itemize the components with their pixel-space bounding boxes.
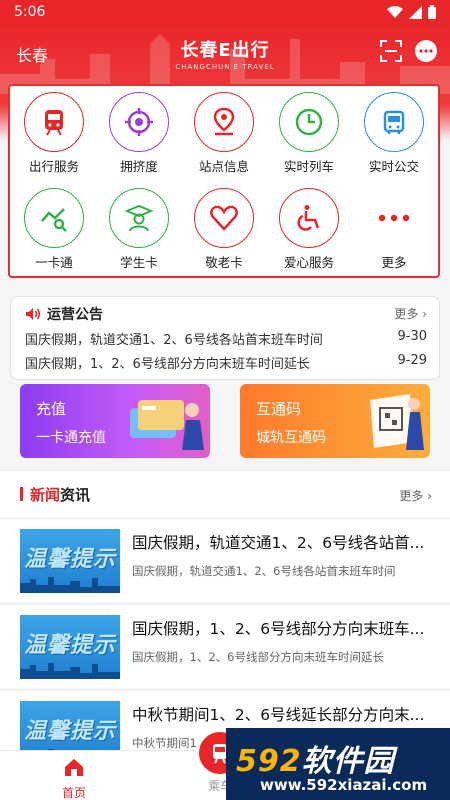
qr-illustration xyxy=(370,394,424,450)
card-search-icon xyxy=(24,188,84,248)
target-icon xyxy=(109,92,169,152)
services-grid: 出行服务 拥挤度 站点信息 实时列车 实时公交 一卡通 学生卡 敬老卡 爱心服务… xyxy=(8,84,440,278)
news-headline: 国庆假期，轨道交通1、2、6号线各站首... xyxy=(132,534,425,552)
tab-home[interactable]: 首页 xyxy=(34,751,114,800)
logo-subtext: CHANGCHUN E TRAVEL xyxy=(175,63,275,71)
logo-text: 长春E出行 xyxy=(180,40,270,61)
notice-item-text: 国庆假期，1、2、6号线部分方向末班车时间延长 xyxy=(25,357,310,372)
recharge-illustration xyxy=(130,400,204,450)
notice-item-date: 9-29 xyxy=(397,353,427,368)
clock-icon xyxy=(279,92,339,152)
news-title-red: 新闻 xyxy=(30,486,61,504)
service-label: 实时公交 xyxy=(368,159,419,174)
service-label: 拥挤度 xyxy=(120,159,158,174)
service-live-train[interactable]: 实时列车 xyxy=(269,92,349,182)
thumbnail-skyline xyxy=(20,663,120,679)
accessibility-icon xyxy=(279,188,339,248)
notice-item-date: 9-30 xyxy=(397,329,427,344)
recharge-subtitle: 一卡通充值 xyxy=(36,430,106,446)
news-thumbnail: 温馨提示 xyxy=(20,615,120,679)
interconnect-code-banner[interactable]: 互通码 城轨互通码 xyxy=(240,384,430,458)
watermark-name: 软件园 xyxy=(301,744,395,779)
service-senior-card[interactable]: 敬老卡 xyxy=(184,188,264,278)
service-label: 爱心服务 xyxy=(283,255,334,270)
news-thumbnail: 温馨提示 xyxy=(20,529,120,593)
speaker-icon xyxy=(26,308,40,320)
interconnect-subtitle: 城轨互通码 xyxy=(256,430,326,446)
service-label: 敬老卡 xyxy=(205,255,243,270)
notice-more-label: 更多 xyxy=(394,307,419,321)
news-title-rest: 资讯 xyxy=(60,486,91,504)
service-label: 出行服务 xyxy=(28,159,79,174)
status-bar: 5:06 xyxy=(0,0,450,24)
thumbnail-text: 温馨提示 xyxy=(24,633,117,658)
signal-icon xyxy=(409,5,422,19)
news-item[interactable]: 温馨提示 国庆假期，1、2、6号线部分方向末班车... 国庆假期，1、2、6号线… xyxy=(0,604,450,688)
news-summary: 国庆假期，轨道交通1、2、6号线各站首末班车时间 xyxy=(132,564,396,578)
service-label: 学生卡 xyxy=(120,255,158,270)
location-pin-icon xyxy=(194,92,254,152)
news-section-header: 新闻资讯 更多 › xyxy=(0,470,450,518)
bus-icon xyxy=(364,92,424,152)
wifi-icon xyxy=(387,5,403,18)
news-accent-bar xyxy=(20,487,23,501)
service-label: 一卡通 xyxy=(35,255,73,270)
news-headline: 国庆假期，1、2、6号线部分方向末班车... xyxy=(132,620,425,638)
watermark-title: 592软件园 xyxy=(236,736,395,780)
news-summary: 国庆假期，1、2、6号线部分方向末班车时间延长 xyxy=(132,650,384,664)
tab-home-label: 首页 xyxy=(61,786,86,800)
notice-title: 运营公告 xyxy=(47,307,103,323)
heart-icon xyxy=(194,188,254,248)
scan-icon[interactable] xyxy=(380,40,402,62)
interconnect-title: 互通码 xyxy=(256,400,302,418)
recharge-title: 充值 xyxy=(36,400,67,418)
service-crowding[interactable]: 拥挤度 xyxy=(99,92,179,182)
news-item[interactable]: 温馨提示 国庆假期，轨道交通1、2、6号线各站首... 国庆假期，轨道交通1、2… xyxy=(0,518,450,602)
service-more[interactable]: 更多 xyxy=(354,188,434,278)
news-more-link[interactable]: 更多 › xyxy=(399,487,432,504)
operation-notice: 运营公告 更多 › 国庆假期，轨道交通1、2、6号线各站首末班车时间 9-30 … xyxy=(10,296,440,380)
more-dots-icon xyxy=(364,188,424,248)
status-time: 5:06 xyxy=(14,4,46,20)
service-label: 实时列车 xyxy=(283,159,334,174)
message-icon[interactable] xyxy=(414,39,438,63)
city-selector[interactable]: 长春 xyxy=(16,42,48,66)
notice-more-link[interactable]: 更多 › xyxy=(394,305,427,322)
news-section-title: 新闻资讯 xyxy=(30,484,90,505)
service-care[interactable]: 爱心服务 xyxy=(269,188,349,278)
app-logo: 长春E出行 CHANGCHUN E TRAVEL xyxy=(170,36,280,71)
thumbnail-text: 温馨提示 xyxy=(24,719,117,744)
home-icon xyxy=(65,759,83,776)
notice-item[interactable]: 国庆假期，1、2、6号线部分方向末班车时间延长 9-29 xyxy=(25,353,427,372)
thumbnail-text: 温馨提示 xyxy=(24,547,117,572)
service-label: 更多 xyxy=(381,255,407,270)
news-more-label: 更多 xyxy=(399,489,424,503)
recharge-banner[interactable]: 充值 一卡通充值 xyxy=(20,384,210,458)
notice-heading: 运营公告 xyxy=(25,304,103,324)
service-student-card[interactable]: 学生卡 xyxy=(99,188,179,278)
watermark-url: www.592xiazai.com xyxy=(260,776,428,794)
notice-item-text: 国庆假期，轨道交通1、2、6号线各站首末班车时间 xyxy=(25,333,323,348)
watermark-logo: 592软件园 www.592xiazai.com xyxy=(226,728,450,800)
service-label: 站点信息 xyxy=(198,159,249,174)
status-icons xyxy=(387,5,436,19)
news-headline: 中秋节期间1、2、6号线延长部分方向末... xyxy=(132,706,425,724)
student-icon xyxy=(109,188,169,248)
train-icon xyxy=(24,92,84,152)
service-transit-card[interactable]: 一卡通 xyxy=(14,188,94,278)
service-station-info[interactable]: 站点信息 xyxy=(184,92,264,182)
notice-item[interactable]: 国庆假期，轨道交通1、2、6号线各站首末班车时间 9-30 xyxy=(25,329,427,348)
service-travel[interactable]: 出行服务 xyxy=(14,92,94,182)
battery-icon xyxy=(428,5,436,19)
service-live-bus[interactable]: 实时公交 xyxy=(354,92,434,182)
watermark-number: 592 xyxy=(236,744,302,779)
thumbnail-skyline xyxy=(20,577,120,593)
